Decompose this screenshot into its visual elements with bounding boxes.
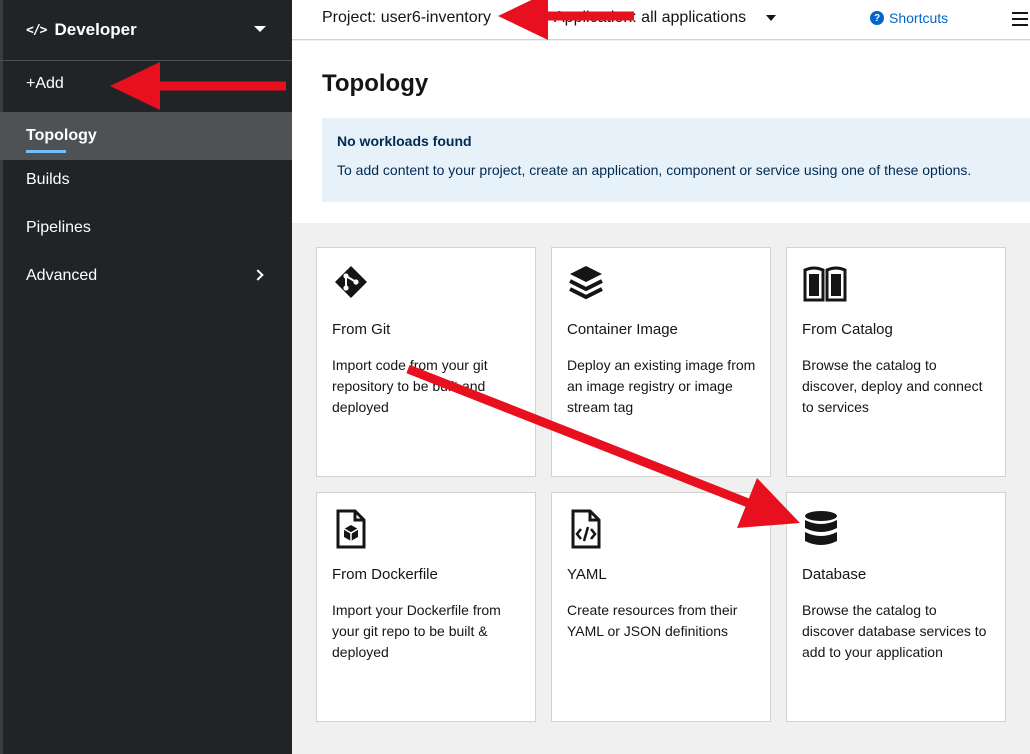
sidebar-item-topology[interactable]: Topology [0, 112, 292, 160]
caret-down-icon [254, 26, 266, 32]
card-title: From Git [332, 321, 391, 338]
dockerfile-icon [336, 509, 366, 549]
card-title: From Catalog [802, 321, 893, 338]
sidebar-item-label: Builds [26, 171, 70, 188]
card-description: Deploy an existing image from an image r… [567, 357, 756, 415]
sidebar-item-advanced[interactable]: Advanced [0, 252, 292, 300]
caret-down-icon[interactable] [766, 15, 776, 21]
card-yaml[interactable]: YAML Create resources from their YAML or… [551, 492, 771, 722]
alert-title: No workloads found [337, 133, 472, 149]
sidebar-item-label: +Add [26, 75, 64, 92]
perspective-switcher[interactable]: </> Developer [0, 0, 292, 60]
sidebar-item-label: Pipelines [26, 219, 91, 236]
page-header: Topology No workloads found To add conte… [292, 41, 1030, 223]
card-title: Container Image [567, 321, 678, 338]
card-container-image[interactable]: Container Image Deploy an existing image… [551, 247, 771, 477]
question-circle-icon: ? [870, 11, 884, 25]
database-icon [805, 511, 837, 545]
card-description: Import your Dockerfile from your git rep… [332, 602, 501, 660]
book-icon [803, 266, 847, 302]
card-description: Create resources from their YAML or JSON… [567, 602, 738, 639]
application-dropdown[interactable]: Application: all applications [554, 9, 746, 27]
sidebar-item-add[interactable]: +Add [0, 60, 292, 108]
chevron-right-icon [252, 269, 264, 281]
page-title: Topology [322, 70, 429, 97]
sidebar-nav: </> Developer +Add Topology Builds Pipel… [0, 0, 292, 754]
sidebar-item-builds[interactable]: Builds [0, 156, 292, 204]
card-description: Browse the catalog to discover database … [802, 602, 987, 660]
git-icon [335, 266, 367, 298]
context-bar: Project: user6-inventory Application: al… [292, 0, 1030, 40]
project-dropdown[interactable]: Project: user6-inventory [322, 9, 491, 27]
yaml-icon [571, 509, 601, 549]
sidebar-item-label: Advanced [26, 267, 98, 284]
info-alert: No workloads found To add content to you… [322, 118, 1030, 202]
layers-icon [569, 266, 603, 300]
add-options-grid: From Git Import code from your git repos… [292, 223, 1030, 754]
card-from-dockerfile[interactable]: From Dockerfile Import your Dockerfile f… [316, 492, 536, 722]
shortcuts-link[interactable]: ? Shortcuts [870, 10, 948, 26]
card-title: From Dockerfile [332, 566, 438, 583]
sidebar-item-pipelines[interactable]: Pipelines [0, 204, 292, 252]
card-title: Database [802, 566, 867, 583]
card-database[interactable]: Database Browse the catalog to discover … [786, 492, 1006, 722]
card-description: Import code from your git repository to … [332, 357, 488, 415]
active-indicator [26, 150, 66, 153]
code-icon: </> [26, 22, 48, 38]
list-view-icon[interactable] [1012, 12, 1028, 26]
sidebar-item-label: Topology [26, 127, 97, 144]
card-from-catalog[interactable]: From Catalog Browse the catalog to disco… [786, 247, 1006, 477]
alert-body: To add content to your project, create a… [337, 162, 972, 178]
perspective-label: Developer [54, 20, 137, 39]
shortcuts-label: Shortcuts [889, 10, 949, 26]
card-from-git[interactable]: From Git Import code from your git repos… [316, 247, 536, 477]
card-title: YAML [567, 566, 607, 583]
card-description: Browse the catalog to discover, deploy a… [802, 357, 983, 415]
